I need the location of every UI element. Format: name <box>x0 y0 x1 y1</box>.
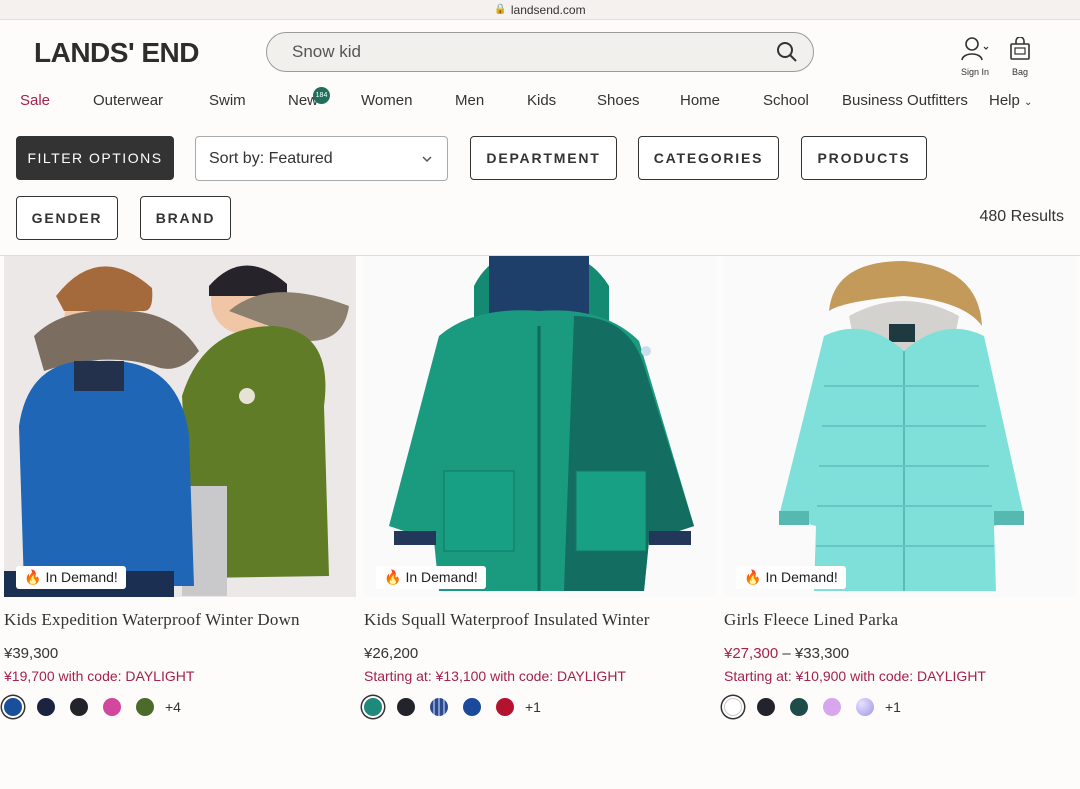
sort-select[interactable]: Sort by: Featured <box>195 136 448 181</box>
site-header: LANDS' END Sign In Bag <box>0 20 1080 84</box>
product-name[interactable]: Kids Squall Waterproof Insulated Winter <box>364 610 716 630</box>
new-count-badge: 184 <box>313 87 330 104</box>
nav-item-help[interactable]: Help ⌄ <box>989 92 1032 109</box>
results-count: 480 Results <box>979 208 1065 225</box>
color-swatch[interactable] <box>37 698 55 716</box>
color-swatch[interactable] <box>430 698 448 716</box>
more-colors-link[interactable]: +1 <box>885 699 901 715</box>
product-image[interactable]: 🔥 In Demand! <box>4 256 356 597</box>
fleece-parka-photo <box>724 256 1076 597</box>
color-swatches: +1 <box>364 698 716 716</box>
nav-item-men[interactable]: Men <box>455 92 484 109</box>
categories-button[interactable]: CATEGORIES <box>638 136 779 180</box>
product-card[interactable]: 🔥 In Demand! Girls Fleece Lined Parka ¥27… <box>724 256 1076 716</box>
regular-price: ¥26,200 <box>364 645 419 662</box>
search-bar[interactable] <box>266 32 814 72</box>
price-separator: – <box>778 645 795 662</box>
nav-item-women[interactable]: Women <box>361 92 412 109</box>
color-swatch[interactable] <box>496 698 514 716</box>
color-swatches: +4 <box>4 698 356 716</box>
nav-item-sale[interactable]: Sale <box>20 92 50 109</box>
department-button[interactable]: DEPARTMENT <box>470 136 617 180</box>
product-card[interactable]: 🔥 In Demand! Kids Expedition Waterproof W… <box>4 256 356 716</box>
product-price: ¥27,300 – ¥33,300 <box>724 645 1076 662</box>
product-card[interactable]: 🔥 In Demand! Kids Squall Waterproof Insul… <box>364 256 716 716</box>
url-text: landsend.com <box>510 2 586 17</box>
chevron-down-icon: ⌄ <box>1024 97 1033 108</box>
product-name[interactable]: Kids Expedition Waterproof Winter Down <box>4 610 356 630</box>
bag-button[interactable]: Bag <box>1004 36 1036 77</box>
color-swatch[interactable] <box>136 698 154 716</box>
color-swatch[interactable] <box>70 698 88 716</box>
product-price: ¥39,300 <box>4 645 356 662</box>
products-button[interactable]: PRODUCTS <box>801 136 927 180</box>
badge-label: In Demand! <box>405 569 478 585</box>
sale-price: ¥27,300 <box>724 645 779 662</box>
badge-label: In Demand! <box>45 569 118 585</box>
fire-icon: 🔥 <box>384 569 402 585</box>
nav-item-swim[interactable]: Swim <box>209 92 246 109</box>
product-grid: 🔥 In Demand! Kids Expedition Waterproof W… <box>0 256 1080 788</box>
regular-price: ¥39,300 <box>4 645 59 662</box>
main-nav: Sale Outerwear Swim New 184 Women Men Ki… <box>0 84 1080 124</box>
nav-item-kids[interactable]: Kids <box>527 92 556 109</box>
color-swatches: +1 <box>724 698 1076 716</box>
more-colors-link[interactable]: +4 <box>165 699 181 715</box>
color-swatch[interactable] <box>724 698 742 716</box>
product-image[interactable]: 🔥 In Demand! <box>364 256 716 597</box>
fire-icon: 🔥 <box>744 569 762 585</box>
kids-jackets-photo <box>4 256 356 597</box>
chevron-down-icon <box>422 155 432 162</box>
lock-icon: 🔒 <box>494 4 507 15</box>
color-swatch[interactable] <box>4 698 22 716</box>
filter-options-button[interactable]: FILTER OPTIONS <box>16 136 174 180</box>
promo-text: ¥19,700 with code: DAYLIGHT <box>4 668 195 684</box>
color-swatch[interactable] <box>823 698 841 716</box>
regular-price: ¥33,300 <box>794 645 850 662</box>
in-demand-badge: 🔥 In Demand! <box>736 566 846 589</box>
bag-icon <box>1010 36 1030 60</box>
squall-jacket-photo <box>364 256 716 597</box>
sort-label: Sort by: Featured <box>209 149 333 167</box>
promo-text: Starting at: ¥10,900 with code: DAYLIGHT <box>724 668 986 684</box>
color-swatch[interactable] <box>103 698 121 716</box>
product-price: ¥26,200 <box>364 645 716 662</box>
user-icon <box>961 37 989 61</box>
browser-url-bar[interactable]: 🔒 landsend.com <box>0 0 1080 20</box>
filter-bar: FILTER OPTIONS Sort by: Featured DEPARTM… <box>0 124 1080 256</box>
nav-item-school[interactable]: School <box>763 92 809 109</box>
nav-item-shoes[interactable]: Shoes <box>597 92 640 109</box>
in-demand-badge: 🔥 In Demand! <box>16 566 126 589</box>
product-name[interactable]: Girls Fleece Lined Parka <box>724 610 1076 630</box>
bag-label: Bag <box>1011 67 1028 77</box>
color-swatch[interactable] <box>856 698 874 716</box>
color-swatch[interactable] <box>364 698 382 716</box>
nav-item-business-outfitters[interactable]: Business Outfitters <box>842 92 968 109</box>
color-swatch[interactable] <box>397 698 415 716</box>
sign-in-label: Sign In <box>960 67 990 77</box>
search-input[interactable] <box>292 42 775 62</box>
search-icon[interactable] <box>775 40 799 64</box>
nav-item-outerwear[interactable]: Outerwear <box>93 92 163 109</box>
product-image[interactable]: 🔥 In Demand! <box>724 256 1076 597</box>
help-label: Help <box>989 92 1020 109</box>
nav-item-home[interactable]: Home <box>680 92 720 109</box>
brand-button[interactable]: BRAND <box>140 196 231 240</box>
promo-text: Starting at: ¥13,100 with code: DAYLIGHT <box>364 668 626 684</box>
account-button[interactable]: Sign In <box>955 37 995 77</box>
color-swatch[interactable] <box>463 698 481 716</box>
fire-icon: 🔥 <box>24 569 42 585</box>
gender-button[interactable]: GENDER <box>16 196 118 240</box>
badge-label: In Demand! <box>765 569 838 585</box>
in-demand-badge: 🔥 In Demand! <box>376 566 486 589</box>
color-swatch[interactable] <box>757 698 775 716</box>
site-logo[interactable]: LANDS' END <box>34 37 200 69</box>
more-colors-link[interactable]: +1 <box>525 699 541 715</box>
color-swatch[interactable] <box>790 698 808 716</box>
